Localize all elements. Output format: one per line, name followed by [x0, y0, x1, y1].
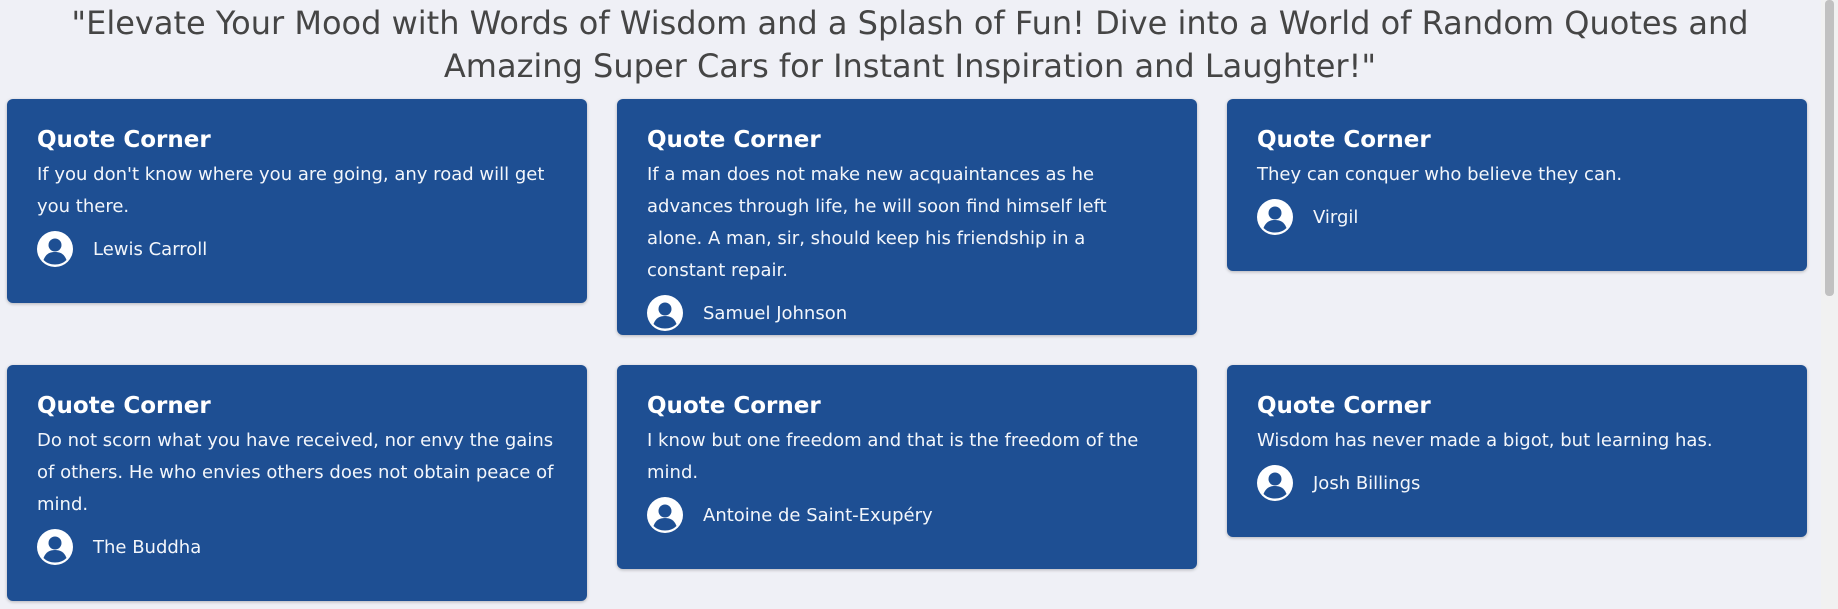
- author-name: Antoine de Saint-Exupéry: [703, 504, 933, 526]
- vertical-scrollbar[interactable]: [1821, 0, 1838, 609]
- card-title: Quote Corner: [1257, 127, 1431, 153]
- page: "Elevate Your Mood with Words of Wisdom …: [0, 0, 1838, 609]
- author-name: Lewis Carroll: [93, 238, 208, 260]
- user-avatar-icon: [37, 529, 73, 565]
- user-avatar-icon: [37, 231, 73, 267]
- author-name: Samuel Johnson: [703, 302, 848, 324]
- user-avatar-icon: [1257, 465, 1293, 501]
- page-headline: "Elevate Your Mood with Words of Wisdom …: [71, 4, 1749, 85]
- quote-author: Virgil: [1257, 199, 1777, 235]
- author-name: The Buddha: [93, 536, 202, 558]
- quote-author: Antoine de Saint-Exupéry: [647, 497, 1167, 533]
- quote-card: Quote Corner Do not scorn what you have …: [7, 365, 587, 601]
- card-title: Quote Corner: [37, 393, 211, 419]
- quote-author: The Buddha: [37, 529, 557, 565]
- card-title: Quote Corner: [647, 127, 821, 153]
- quote-author: Lewis Carroll: [37, 231, 557, 267]
- quote-author: Samuel Johnson: [647, 295, 1167, 331]
- scrollbar-thumb[interactable]: [1825, 0, 1834, 296]
- user-avatar-icon: [647, 497, 683, 533]
- author-name: Josh Billings: [1313, 472, 1421, 494]
- quote-author: Josh Billings: [1257, 465, 1777, 501]
- card-title: Quote Corner: [37, 127, 211, 153]
- quote-text: They can conquer who believe they can.: [1257, 164, 1623, 185]
- quote-card: Quote Corner If you don't know where you…: [7, 99, 587, 303]
- quote-text: Wisdom has never made a bigot, but learn…: [1257, 430, 1713, 451]
- quote-text: If you don't know where you are going, a…: [37, 164, 545, 217]
- quote-text: If a man does not make new acquaintances…: [647, 164, 1107, 281]
- author-name: Virgil: [1313, 206, 1359, 228]
- quote-card: Quote Corner I know but one freedom and …: [617, 365, 1197, 569]
- user-avatar-icon: [647, 295, 683, 331]
- quote-card: Quote Corner Wisdom has never made a big…: [1227, 365, 1807, 537]
- user-avatar-icon: [1257, 199, 1293, 235]
- quote-text: I know but one freedom and that is the f…: [647, 430, 1139, 483]
- card-title: Quote Corner: [1257, 393, 1431, 419]
- quote-text: Do not scorn what you have received, nor…: [37, 430, 554, 515]
- quote-card: Quote Corner If a man does not make new …: [617, 99, 1197, 335]
- card-title: Quote Corner: [647, 393, 821, 419]
- quote-card: Quote Corner They can conquer who believ…: [1227, 99, 1807, 271]
